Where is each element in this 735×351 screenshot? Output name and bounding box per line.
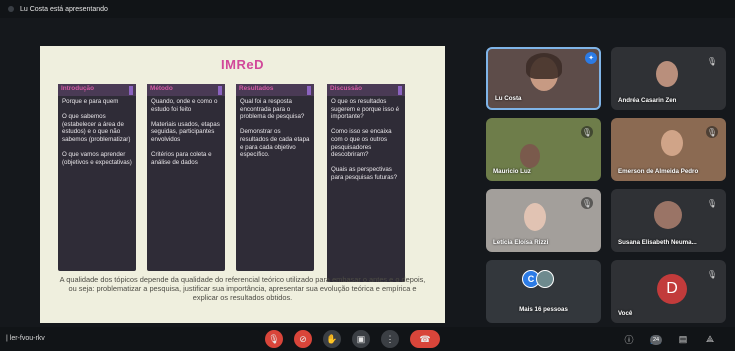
mic-off-icon: 🎙 bbox=[706, 269, 718, 279]
participant-name: Andréa Casarin Zen bbox=[618, 97, 677, 104]
speaking-indicator-icon: ✦ bbox=[585, 52, 597, 64]
column-header: Método bbox=[147, 84, 225, 96]
camera-toggle-button[interactable]: ⊘ bbox=[294, 330, 312, 348]
column-header-label: Método bbox=[150, 85, 173, 92]
meeting-code-text: ler-fvou-rkv bbox=[9, 335, 45, 342]
participant-video bbox=[520, 144, 540, 168]
slide-title: IMReD bbox=[221, 57, 264, 72]
presenter-icon bbox=[8, 6, 14, 12]
participant-tile-emerson[interactable]: 🎙 Emerson de Almeida Pedro bbox=[611, 118, 726, 181]
column-discussao: Discussão O que os resultados sugerem e … bbox=[327, 84, 405, 282]
more-participants-label: Mais 16 pessoas bbox=[519, 306, 568, 313]
participant-count-badge: 24 bbox=[650, 335, 662, 345]
self-avatar: D bbox=[657, 274, 687, 304]
participant-video bbox=[524, 203, 546, 231]
chat-icon[interactable]: ▤ bbox=[676, 332, 690, 346]
slide-footnote: A qualidade dos tópicos depende da quali… bbox=[59, 275, 426, 303]
participant-hair bbox=[526, 53, 562, 79]
mic-off-icon: 🎙 bbox=[581, 126, 593, 138]
participant-tile-voce[interactable]: D 🎙 Você bbox=[611, 260, 726, 323]
participant-name: Lu Costa bbox=[495, 95, 522, 102]
presenting-label: Lu Costa está apresentando bbox=[20, 5, 108, 13]
column-body: Porque e para quem O que sabemos (estabe… bbox=[62, 98, 132, 166]
participant-name: Susana Elisabeth Neuma... bbox=[618, 239, 697, 246]
presentation-slide: IMReD Introdução Porque e para quem O qu… bbox=[40, 46, 445, 323]
column-header: Discussão bbox=[327, 84, 405, 96]
activities-icon[interactable]: ⟁ bbox=[703, 332, 717, 346]
info-icon[interactable]: ⓘ bbox=[622, 332, 636, 346]
leave-call-button[interactable]: ☎ bbox=[410, 330, 440, 348]
participant-avatar bbox=[654, 201, 682, 229]
participant-tile-susana[interactable]: 🎙 Susana Elisabeth Neuma... bbox=[611, 189, 726, 252]
mic-toggle-button[interactable]: 🎙 bbox=[265, 330, 283, 348]
participant-tile-lu-costa[interactable]: Lu Costa bbox=[486, 47, 601, 110]
participant-tile-leticia[interactable]: 🎙 Letícia Eloísa Rizzi bbox=[486, 189, 601, 252]
top-bar: Lu Costa está apresentando bbox=[0, 0, 735, 18]
participant-name: Você bbox=[618, 310, 633, 317]
participant-name: Emerson de Almeida Pedro bbox=[618, 168, 699, 175]
mic-off-icon: 🎙 bbox=[706, 126, 718, 138]
column-body: Quando, onde e como o estudo foi feito M… bbox=[151, 98, 220, 166]
column-header-label: Discussão bbox=[330, 85, 362, 92]
column-accent-bar bbox=[307, 86, 311, 95]
column-resultados: Resultados Qual foi a resposta encontrad… bbox=[236, 84, 314, 271]
participant-avatar bbox=[536, 270, 554, 288]
more-participants-tile[interactable]: C Mais 16 pessoas bbox=[486, 260, 601, 323]
participant-video bbox=[656, 61, 678, 87]
meeting-code: | ler-fvou-rkv bbox=[6, 335, 45, 342]
participant-tile-mauricio[interactable]: 🎙 Mauricio Luz bbox=[486, 118, 601, 181]
column-introducao: Introdução Porque e para quem O que sabe… bbox=[58, 84, 136, 271]
column-header: Resultados bbox=[236, 84, 314, 96]
column-accent-bar bbox=[218, 86, 222, 95]
column-body: O que os resultados sugerem e porque iss… bbox=[331, 98, 400, 181]
more-options-button[interactable]: ⋮ bbox=[381, 330, 399, 348]
column-accent-bar bbox=[398, 86, 402, 95]
participant-name: Letícia Eloísa Rizzi bbox=[493, 239, 549, 246]
participant-tile-andrea[interactable]: 🎙 Andréa Casarin Zen bbox=[611, 47, 726, 110]
mic-off-icon: 🎙 bbox=[706, 198, 718, 208]
column-header: Introdução bbox=[58, 84, 136, 96]
column-metodo: Método Quando, onde e como o estudo foi … bbox=[147, 84, 225, 271]
meet-window: Lu Costa está apresentando IMReD Introdu… bbox=[0, 0, 735, 351]
column-body: Qual foi a resposta encontrada para o pr… bbox=[240, 98, 310, 159]
column-header-label: Introdução bbox=[61, 85, 95, 92]
present-screen-button[interactable]: ▣ bbox=[352, 330, 370, 348]
column-accent-bar bbox=[129, 86, 133, 95]
participant-name: Mauricio Luz bbox=[493, 168, 531, 175]
mic-off-icon: 🎙 bbox=[706, 56, 718, 66]
column-header-label: Resultados bbox=[239, 85, 274, 92]
mic-off-icon: 🎙 bbox=[581, 197, 593, 209]
participant-video bbox=[661, 130, 683, 156]
raise-hand-button[interactable]: ✋ bbox=[323, 330, 341, 348]
control-bar: | ler-fvou-rkv 🎙 ⊘ ✋ ▣ ⋮ ☎ ⓘ 👥 ▤ ⟁ bbox=[0, 327, 735, 351]
